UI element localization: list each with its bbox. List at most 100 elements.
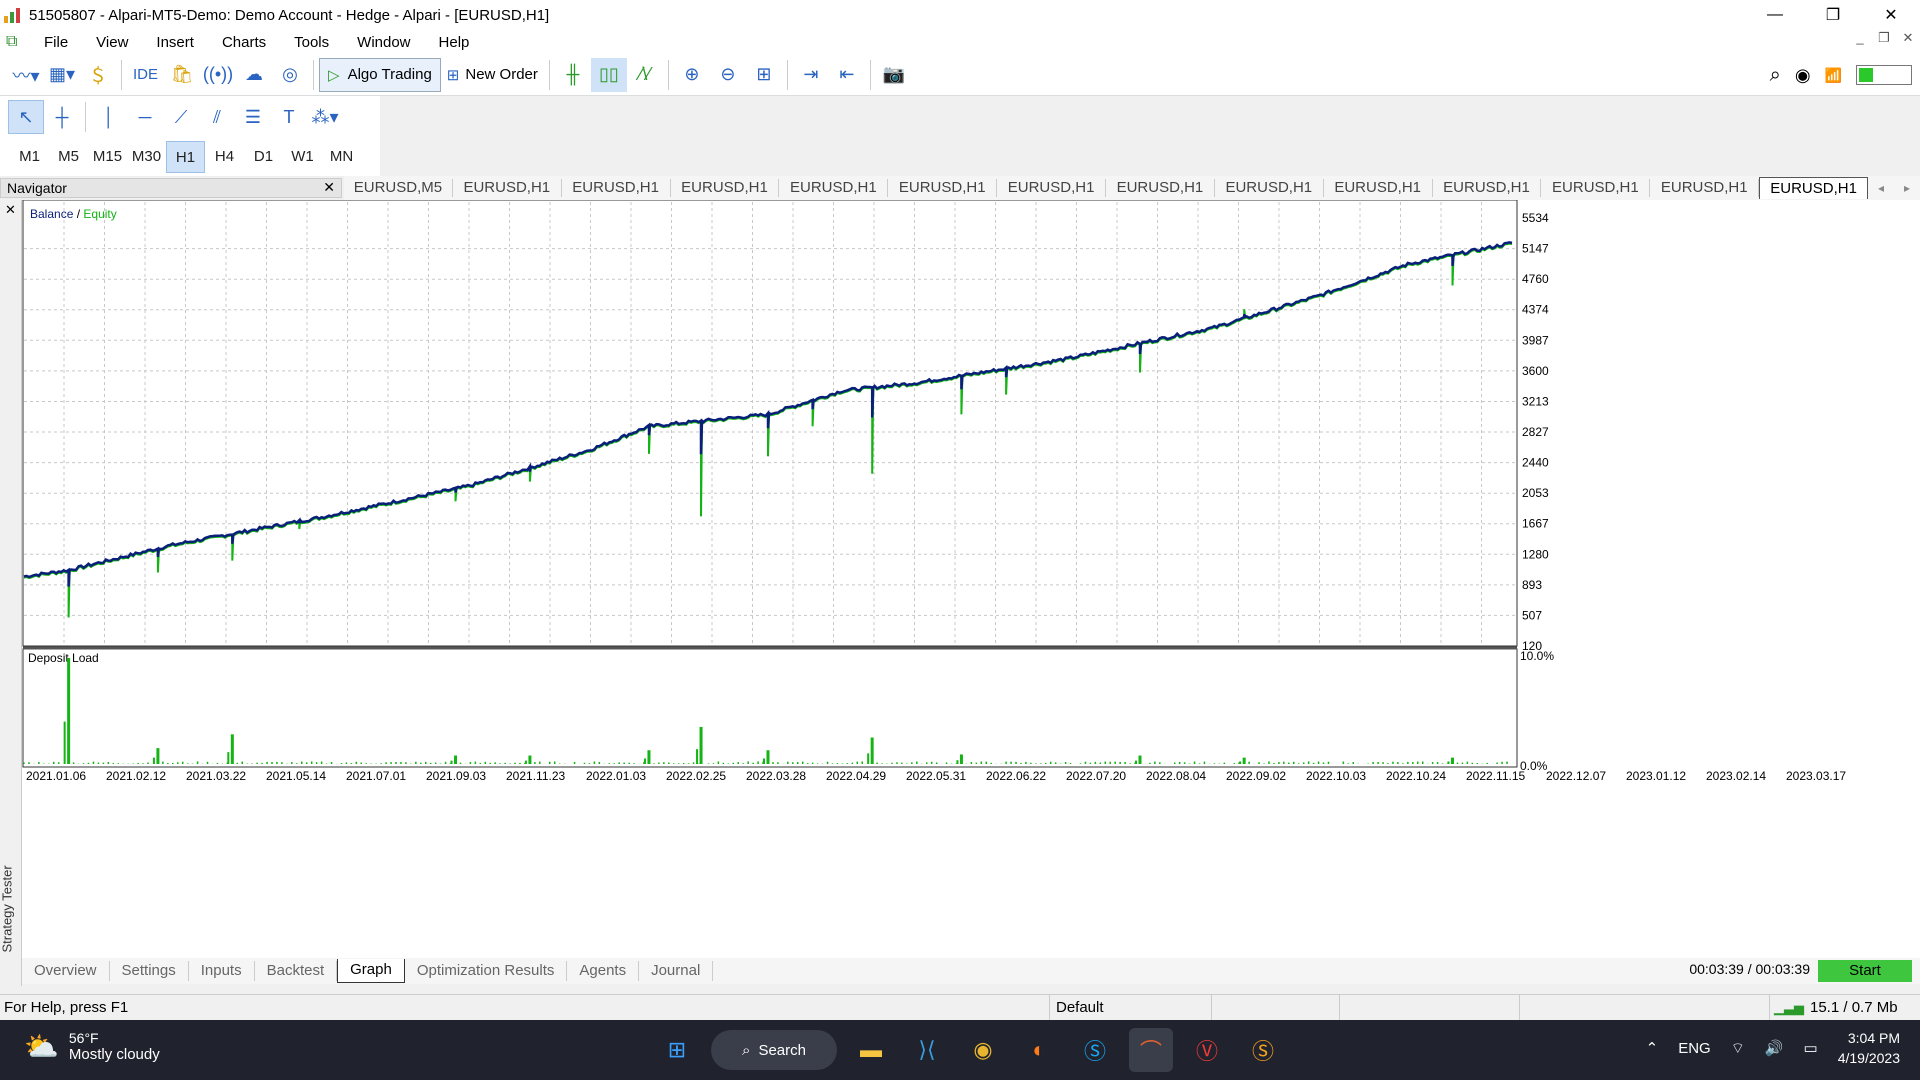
tab-agents[interactable]: Agents: [567, 961, 640, 981]
chevron-up-icon[interactable]: ⌃: [1646, 1039, 1659, 1057]
tabs-scroll-left-icon[interactable]: ◂: [1868, 181, 1894, 195]
chart-tab[interactable]: EURUSD,H1: [1650, 179, 1760, 197]
tab-backtest[interactable]: Backtest: [255, 961, 338, 981]
menu-file[interactable]: File: [30, 34, 82, 51]
tab-settings[interactable]: Settings: [110, 961, 189, 981]
chart-tab[interactable]: EURUSD,M5: [344, 179, 453, 197]
timeframe-m30[interactable]: M30: [127, 141, 166, 173]
timeframe-m1[interactable]: M1: [10, 141, 49, 173]
signals-icon[interactable]: ((•)): [200, 58, 236, 92]
clock[interactable]: 3:04 PM 4/19/2023: [1838, 1028, 1900, 1068]
y-tick-label: 3600: [1522, 364, 1549, 378]
timeframe-mn[interactable]: MN: [322, 141, 361, 173]
chart-tab[interactable]: EURUSD,H1: [1106, 179, 1215, 197]
menu-insert[interactable]: Insert: [142, 34, 208, 51]
menu-charts[interactable]: Charts: [208, 34, 280, 51]
navigator-close-icon[interactable]: ✕: [323, 179, 335, 196]
tab-inputs[interactable]: Inputs: [189, 961, 255, 981]
navigator-header: Navigator ✕: [0, 178, 342, 198]
new-order-button[interactable]: ⊞ New Order: [441, 58, 544, 92]
tab-graph[interactable]: Graph: [337, 959, 405, 983]
timeframe-h1[interactable]: H1: [166, 141, 205, 173]
line-chart-type-icon[interactable]: 〰▾: [8, 58, 44, 92]
zoom-in-icon[interactable]: ⊕: [674, 58, 710, 92]
channel-icon[interactable]: ⫽: [199, 100, 235, 134]
mt5-menu-icon[interactable]: ⧉: [6, 33, 30, 51]
restore-button[interactable]: ❐: [1804, 0, 1862, 30]
dollar-icon[interactable]: ＄: [80, 58, 116, 92]
chrome-icon[interactable]: ◉: [961, 1028, 1005, 1072]
crosshair-icon[interactable]: ┼: [44, 100, 80, 134]
ide-button[interactable]: IDE: [127, 58, 164, 92]
chart-tab[interactable]: EURUSD,H1: [671, 179, 780, 197]
chart-tab[interactable]: EURUSD,H1: [453, 179, 562, 197]
tile-windows-icon[interactable]: ⊞: [746, 58, 782, 92]
fibonacci-icon[interactable]: ☰: [235, 100, 271, 134]
sublime-icon[interactable]: Ⓢ: [1241, 1028, 1285, 1072]
chart-tab-active[interactable]: EURUSD,H1: [1759, 177, 1869, 199]
start-button[interactable]: Start: [1818, 960, 1912, 982]
tab-journal[interactable]: Journal: [639, 961, 714, 981]
tester-close-icon[interactable]: ✕: [5, 202, 16, 218]
search-icon[interactable]: ⌕: [1770, 64, 1781, 87]
algo-trading-button[interactable]: ▷ Algo Trading: [319, 57, 441, 92]
autoscroll-icon[interactable]: ⇥: [793, 58, 829, 92]
screenshot-icon[interactable]: 📷: [876, 58, 912, 92]
mdi-close-icon[interactable]: ✕: [1896, 30, 1920, 46]
chart-tab[interactable]: EURUSD,H1: [997, 179, 1107, 197]
community-icon[interactable]: ◎: [272, 58, 308, 92]
line-chart-icon[interactable]: ⁄\⁄: [627, 58, 663, 92]
battery-icon[interactable]: ▭: [1804, 1039, 1818, 1057]
close-button[interactable]: ✕: [1862, 0, 1920, 30]
language-indicator[interactable]: ENG: [1678, 1040, 1711, 1057]
tab-optimization-results[interactable]: Optimization Results: [405, 961, 568, 981]
chart-shift-icon[interactable]: ⇤: [829, 58, 865, 92]
windows-start-icon[interactable]: ⊞: [655, 1028, 699, 1072]
wifi-icon[interactable]: ⌔: [1731, 1039, 1745, 1058]
vertical-line-icon[interactable]: │: [91, 100, 127, 134]
mdi-minimize-icon[interactable]: _: [1848, 30, 1872, 46]
timeframe-w1[interactable]: W1: [283, 141, 322, 173]
account-icon[interactable]: ◉: [1795, 65, 1811, 86]
trendline-icon[interactable]: ⟋: [163, 100, 199, 134]
candlestick-chart-icon[interactable]: ▯▯: [590, 57, 627, 92]
bar-chart-icon[interactable]: ╫: [555, 58, 591, 92]
chart-tab[interactable]: EURUSD,H1: [1541, 179, 1651, 197]
mdi-restore-icon[interactable]: ❐: [1872, 30, 1896, 46]
zoom-out-icon[interactable]: ⊖: [710, 58, 746, 92]
skype-icon[interactable]: Ⓢ: [1073, 1028, 1117, 1072]
timeframe-m5[interactable]: M5: [49, 141, 88, 173]
chart-tab[interactable]: EURUSD,H1: [1215, 179, 1324, 197]
vps-cloud-icon[interactable]: ☁: [236, 58, 272, 92]
market-bag-icon[interactable]: 🛍: [164, 58, 200, 92]
timeframe-h4[interactable]: H4: [205, 141, 244, 173]
timeframe-m15[interactable]: M15: [88, 141, 127, 173]
x-tick-label: 2022.09.02: [1226, 769, 1286, 783]
chart-tab[interactable]: EURUSD,H1: [888, 179, 998, 197]
weather-widget[interactable]: ⛅ 56°F Mostly cloudy: [24, 1030, 160, 1063]
file-explorer-icon[interactable]: ▬: [849, 1028, 893, 1072]
menu-view[interactable]: View: [82, 34, 142, 51]
minimize-button[interactable]: —: [1746, 0, 1804, 30]
horizontal-line-icon[interactable]: ─: [127, 100, 163, 134]
menu-help[interactable]: Help: [425, 34, 484, 51]
taskbar-search[interactable]: ⌕ Search: [711, 1030, 837, 1070]
tab-overview[interactable]: Overview: [22, 961, 110, 981]
chart-template-icon[interactable]: ▦▾: [44, 58, 80, 92]
chart-tab[interactable]: EURUSD,H1: [1433, 179, 1542, 197]
chart-tab[interactable]: EURUSD,H1: [779, 179, 889, 197]
vivaldi-icon[interactable]: Ⓥ: [1185, 1028, 1229, 1072]
chart-tab[interactable]: EURUSD,H1: [1324, 179, 1433, 197]
timeframe-d1[interactable]: D1: [244, 141, 283, 173]
cursor-icon[interactable]: ↖: [8, 100, 44, 134]
shapes-icon[interactable]: ⁂▾: [307, 100, 343, 134]
alpari-mt5-icon[interactable]: ⌒: [1129, 1028, 1173, 1072]
chart-tab[interactable]: EURUSD,H1: [562, 179, 671, 197]
text-tool-icon[interactable]: T: [271, 100, 307, 134]
tabs-scroll-right-icon[interactable]: ▸: [1894, 181, 1920, 195]
firefox-icon[interactable]: ◐: [1017, 1028, 1061, 1072]
vscode-icon[interactable]: ⟩⟨: [905, 1028, 949, 1072]
volume-icon[interactable]: 🔊: [1765, 1039, 1784, 1057]
menu-tools[interactable]: Tools: [280, 34, 343, 51]
menu-window[interactable]: Window: [343, 34, 424, 51]
